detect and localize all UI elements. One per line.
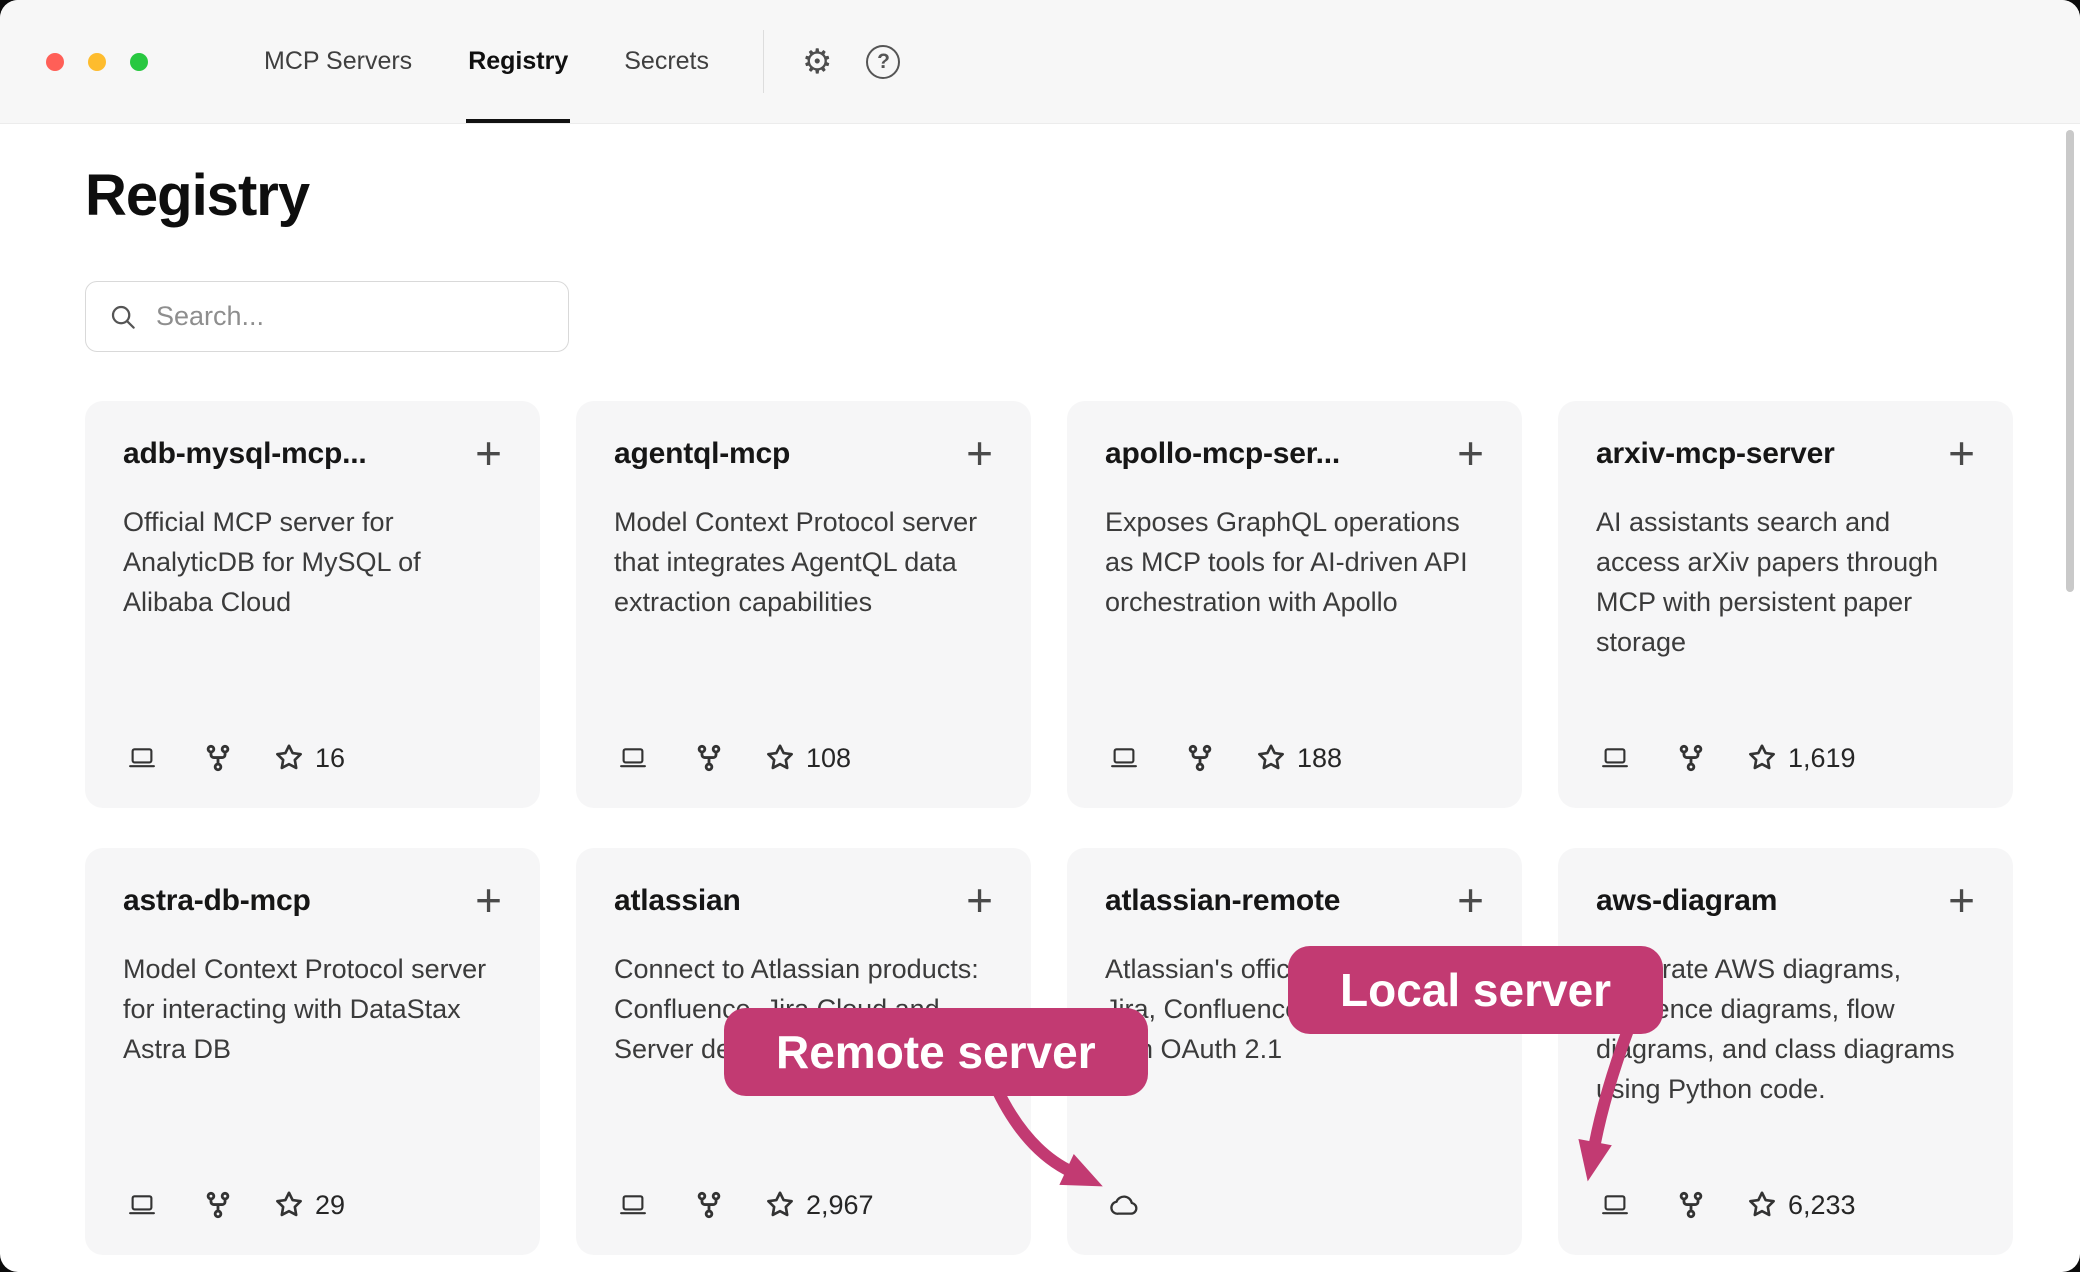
fork-icon xyxy=(203,1189,233,1221)
search-input[interactable] xyxy=(156,301,546,332)
server-description: Model Context Protocol server that integ… xyxy=(614,502,993,622)
cloud-icon xyxy=(1105,1189,1145,1221)
star-rating: 108 xyxy=(766,743,851,774)
laptop-icon xyxy=(1596,1190,1634,1220)
server-card-arxiv-mcp-server[interactable]: arxiv-mcp-server + AI assistants search … xyxy=(1558,401,2013,808)
fork-icon xyxy=(1676,1189,1706,1221)
fork-icon xyxy=(1185,742,1215,774)
star-rating: 188 xyxy=(1257,743,1342,774)
laptop-icon xyxy=(614,1190,652,1220)
star-icon xyxy=(275,744,303,772)
server-name: atlassian-remote xyxy=(1105,884,1340,918)
server-name: arxiv-mcp-server xyxy=(1596,437,1835,471)
fork-icon xyxy=(694,742,724,774)
minimize-button[interactable] xyxy=(88,53,106,71)
star-rating: 2,967 xyxy=(766,1190,874,1221)
laptop-icon xyxy=(614,743,652,773)
add-server-button[interactable]: + xyxy=(1457,435,1484,472)
gear-icon[interactable]: ⚙ xyxy=(802,45,832,79)
add-server-button[interactable]: + xyxy=(1948,435,1975,472)
server-card-agentql-mcp[interactable]: agentql-mcp + Model Context Protocol ser… xyxy=(576,401,1031,808)
tab-registry[interactable]: Registry xyxy=(440,0,596,123)
laptop-icon xyxy=(1105,743,1143,773)
fork-icon xyxy=(1676,742,1706,774)
tab-secrets[interactable]: Secrets xyxy=(596,0,737,123)
scrollbar-thumb[interactable] xyxy=(2066,130,2074,592)
traffic-lights xyxy=(0,0,148,123)
server-description: Official MCP server for AnalyticDB for M… xyxy=(123,502,502,622)
add-server-button[interactable]: + xyxy=(966,435,993,472)
star-count: 29 xyxy=(315,1190,345,1221)
star-icon xyxy=(1257,744,1285,772)
zoom-button[interactable] xyxy=(130,53,148,71)
server-description: AI assistants search and access arXiv pa… xyxy=(1596,502,1975,662)
star-icon xyxy=(1748,744,1776,772)
star-count: 16 xyxy=(315,743,345,774)
local-server-callout: Local server xyxy=(1288,946,1663,1034)
star-icon xyxy=(766,744,794,772)
search-box[interactable] xyxy=(85,281,569,352)
server-card-adb-mysql-mcp[interactable]: adb-mysql-mcp... + Official MCP server f… xyxy=(85,401,540,808)
star-rating: 16 xyxy=(275,743,345,774)
star-icon xyxy=(1748,1191,1776,1219)
server-grid: adb-mysql-mcp... + Official MCP server f… xyxy=(85,401,2080,1255)
server-description: Exposes GraphQL operations as MCP tools … xyxy=(1105,502,1484,622)
server-name: adb-mysql-mcp... xyxy=(123,437,367,471)
server-name: aws-diagram xyxy=(1596,884,1777,918)
page-title: Registry xyxy=(85,162,2080,229)
server-name: astra-db-mcp xyxy=(123,884,311,918)
remote-server-callout: Remote server xyxy=(724,1008,1148,1096)
star-rating: 6,233 xyxy=(1748,1190,1856,1221)
titlebar: MCP Servers Registry Secrets ⚙ ? xyxy=(0,0,2080,124)
star-count: 2,967 xyxy=(806,1190,874,1221)
server-card-aws-diagram[interactable]: aws-diagram + Generate AWS diagrams, seq… xyxy=(1558,848,2013,1255)
search-icon xyxy=(108,302,138,332)
server-description: Model Context Protocol server for intera… xyxy=(123,949,502,1069)
help-icon[interactable]: ? xyxy=(866,45,900,79)
app-window: MCP Servers Registry Secrets ⚙ ? Registr… xyxy=(0,0,2080,1272)
tab-mcp-servers[interactable]: MCP Servers xyxy=(236,0,440,123)
close-button[interactable] xyxy=(46,53,64,71)
laptop-icon xyxy=(123,743,161,773)
star-count: 1,619 xyxy=(1788,743,1856,774)
add-server-button[interactable]: + xyxy=(475,435,502,472)
laptop-icon xyxy=(1596,743,1634,773)
server-name: apollo-mcp-ser... xyxy=(1105,437,1340,471)
server-card-apollo-mcp-server[interactable]: apollo-mcp-ser... + Exposes GraphQL oper… xyxy=(1067,401,1522,808)
add-server-button[interactable]: + xyxy=(475,882,502,919)
star-icon xyxy=(275,1191,303,1219)
fork-icon xyxy=(203,742,233,774)
fork-icon xyxy=(694,1189,724,1221)
star-count: 6,233 xyxy=(1788,1190,1856,1221)
titlebar-tabs: MCP Servers Registry Secrets xyxy=(236,0,737,123)
titlebar-divider xyxy=(763,30,764,93)
server-card-astra-db-mcp[interactable]: astra-db-mcp + Model Context Protocol se… xyxy=(85,848,540,1255)
star-rating: 29 xyxy=(275,1190,345,1221)
server-name: atlassian xyxy=(614,884,741,918)
star-count: 108 xyxy=(806,743,851,774)
star-icon xyxy=(766,1191,794,1219)
add-server-button[interactable]: + xyxy=(1457,882,1484,919)
add-server-button[interactable]: + xyxy=(966,882,993,919)
add-server-button[interactable]: + xyxy=(1948,882,1975,919)
laptop-icon xyxy=(123,1190,161,1220)
star-count: 188 xyxy=(1297,743,1342,774)
server-name: agentql-mcp xyxy=(614,437,790,471)
star-rating: 1,619 xyxy=(1748,743,1856,774)
